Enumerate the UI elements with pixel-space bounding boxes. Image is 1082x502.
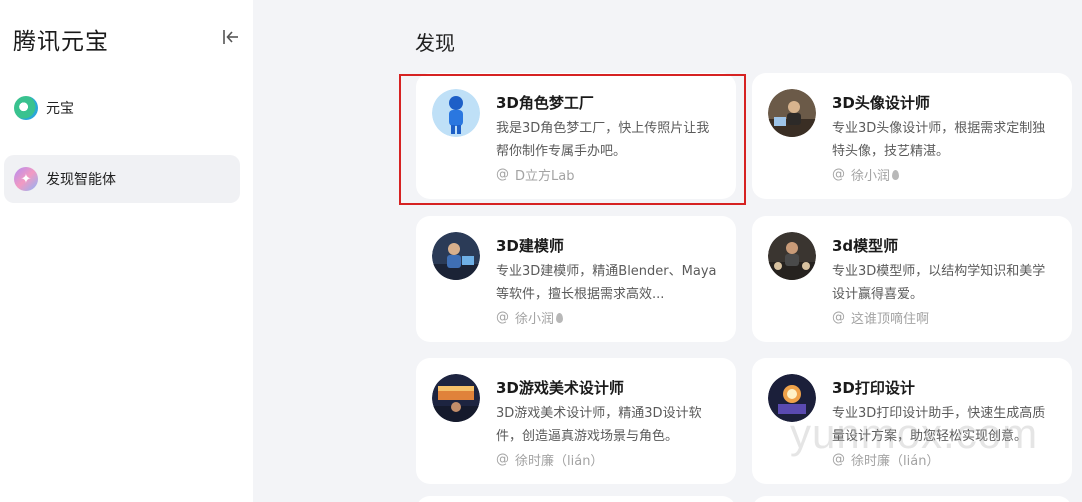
water-drop-icon xyxy=(892,169,900,180)
model-artist-avatar xyxy=(768,232,816,280)
sidebar-item-label: 元宝 xyxy=(46,101,74,117)
card-title: 3D打印设计 xyxy=(832,379,915,397)
agent-card-partial[interactable] xyxy=(752,496,1072,502)
designer-avatar xyxy=(768,89,816,137)
yuanbao-logo-icon xyxy=(14,96,38,120)
card-title: 3D头像设计师 xyxy=(832,94,930,112)
water-drop-icon xyxy=(556,312,564,323)
at-icon: @ xyxy=(832,310,845,325)
card-author: @ 徐时廉（lián） xyxy=(496,450,603,469)
at-icon: @ xyxy=(496,452,509,467)
card-description: 3D游戏美术设计师，精通3D设计软件，创造逼真游戏场景与角色。 xyxy=(496,406,702,444)
at-icon: @ xyxy=(832,167,845,182)
author-name: 徐小润 xyxy=(851,169,891,184)
sidebar-item-yuanbao[interactable]: 元宝 xyxy=(4,84,240,132)
card-description: 专业3D建模师，精通Blender、Maya等软件，擅长根据需求高效... xyxy=(496,264,717,302)
sidebar: 腾讯元宝 元宝 ✦ 发现智能体 xyxy=(0,0,253,502)
page-title: 发现 xyxy=(415,31,455,55)
author-name: D立方Lab xyxy=(515,169,575,184)
author-name: 这谁顶嘀住啊 xyxy=(851,312,930,327)
sidebar-item-label: 发现智能体 xyxy=(46,172,116,188)
agent-card[interactable]: 3D建模师 专业3D建模师，精通Blender、Maya等软件，擅长根据需求高效… xyxy=(416,216,736,342)
blue-figurine-avatar xyxy=(432,89,480,137)
agent-card[interactable]: 3D游戏美术设计师 3D游戏美术设计师，精通3D设计软件，创造逼真游戏场景与角色… xyxy=(416,358,736,484)
agent-card[interactable]: 3D头像设计师 专业3D头像设计师，根据需求定制独特头像，技艺精湛。 @ 徐小润 xyxy=(752,73,1072,199)
card-description: 专业3D头像设计师，根据需求定制独特头像，技艺精湛。 xyxy=(832,121,1046,159)
card-author: @ 这谁顶嘀住啊 xyxy=(832,308,929,327)
author-name: 徐时廉（lián） xyxy=(515,454,604,469)
agent-card[interactable]: 3D打印设计 专业3D打印设计助手，快速生成高质量设计方案，助您轻松实现创意。 … xyxy=(752,358,1072,484)
at-icon: @ xyxy=(496,167,509,182)
game-artist-avatar xyxy=(432,374,480,422)
card-description: 专业3D打印设计助手，快速生成高质量设计方案，助您轻松实现创意。 xyxy=(832,406,1046,444)
agent-card-partial[interactable] xyxy=(416,496,736,502)
card-author: @ 徐时廉（lián） xyxy=(832,450,939,469)
app-title: 腾讯元宝 xyxy=(13,29,109,55)
card-author: @ 徐小润 xyxy=(832,165,900,184)
modeler-avatar xyxy=(432,232,480,280)
author-name: 徐时廉（lián） xyxy=(851,454,940,469)
agent-card[interactable]: 3D角色梦工厂 我是3D角色梦工厂，快上传照片让我帮你制作专属手办吧。 @ D立… xyxy=(416,73,736,199)
at-icon: @ xyxy=(832,452,845,467)
at-icon: @ xyxy=(496,310,509,325)
card-author: @ D立方Lab xyxy=(496,165,574,184)
card-title: 3D游戏美术设计师 xyxy=(496,379,624,397)
card-title: 3D角色梦工厂 xyxy=(496,94,594,112)
card-title: 3D建模师 xyxy=(496,237,564,255)
card-description: 专业3D模型师，以结构学知识和美学设计赢得喜爱。 xyxy=(832,264,1046,302)
author-name: 徐小润 xyxy=(515,312,555,327)
card-author: @ 徐小润 xyxy=(496,308,564,327)
printer-avatar xyxy=(768,374,816,422)
card-title: 3d模型师 xyxy=(832,237,899,255)
card-description: 我是3D角色梦工厂，快上传照片让我帮你制作专属手办吧。 xyxy=(496,121,710,159)
sparkle-icon: ✦ xyxy=(14,167,38,191)
agent-card[interactable]: 3d模型师 专业3D模型师，以结构学知识和美学设计赢得喜爱。 @ 这谁顶嘀住啊 xyxy=(752,216,1072,342)
sidebar-item-discover-agents[interactable]: ✦ 发现智能体 xyxy=(4,155,240,203)
collapse-sidebar-icon[interactable] xyxy=(221,27,241,47)
